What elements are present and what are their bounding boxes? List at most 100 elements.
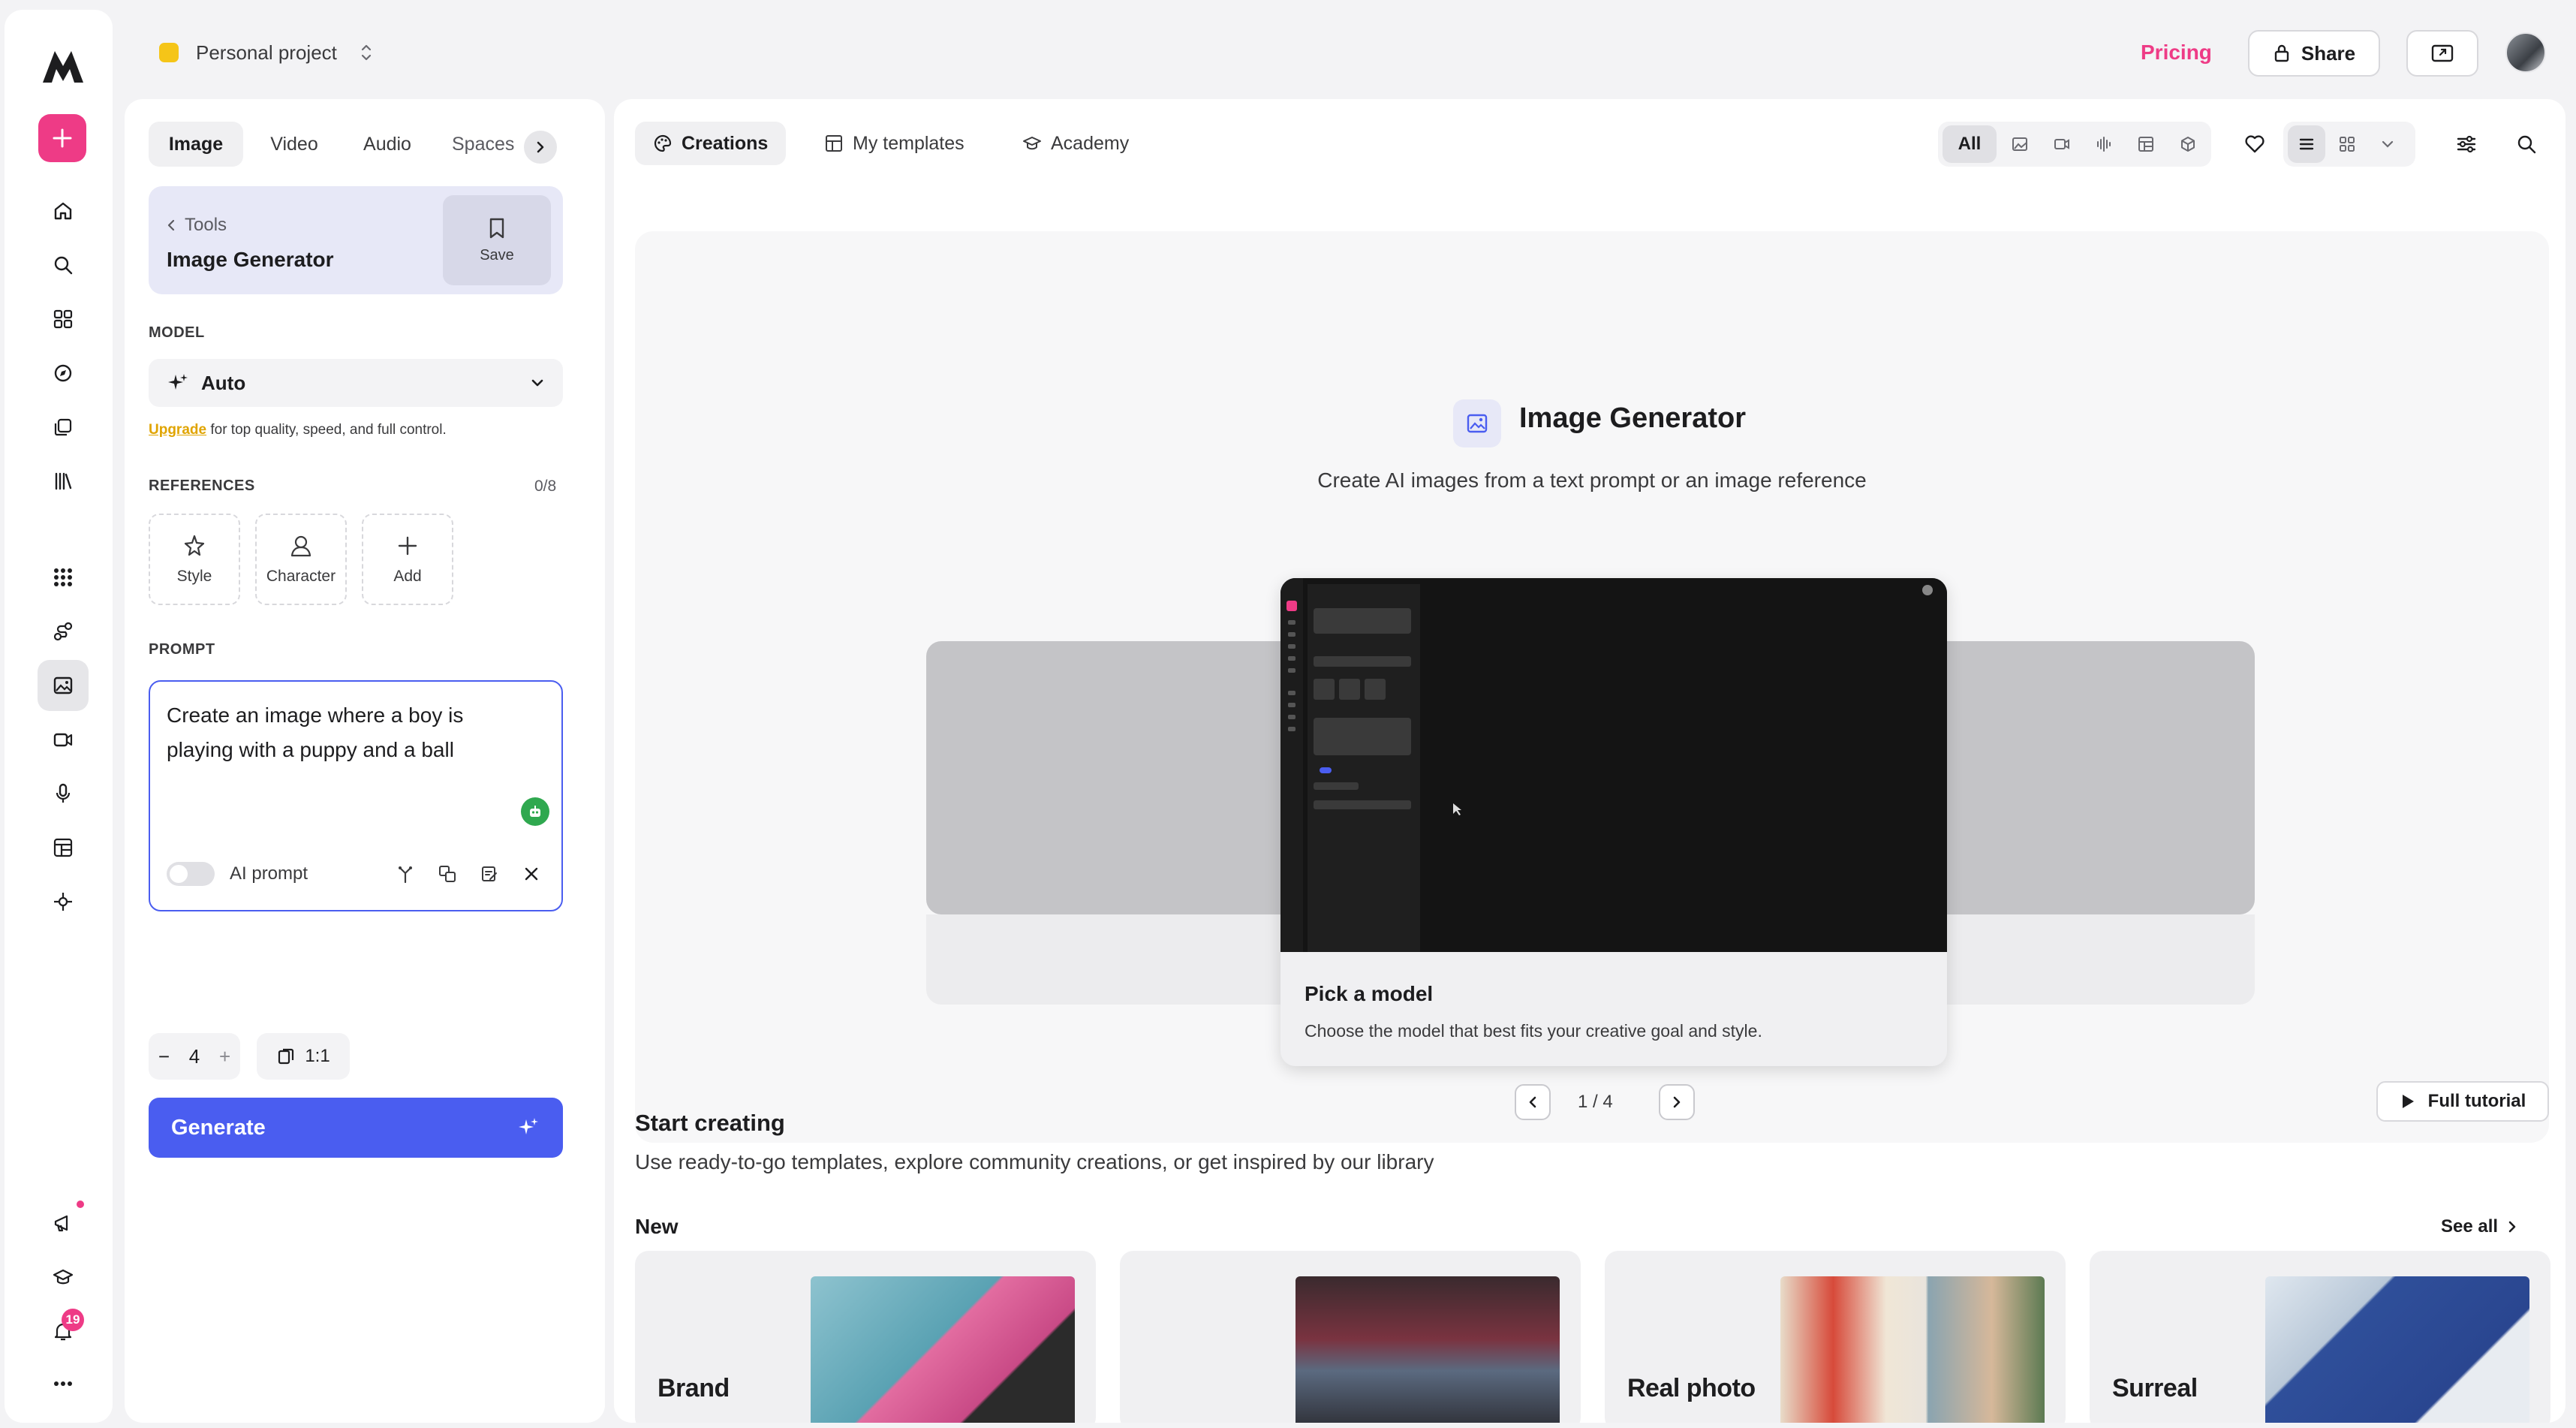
- slide-pager: 1 / 4: [1578, 1092, 1613, 1112]
- pricing-link[interactable]: Pricing: [2141, 41, 2212, 65]
- tab-video[interactable]: Video: [252, 122, 336, 167]
- sparkle-icon: [168, 374, 188, 390]
- present-icon: [2431, 44, 2454, 62]
- image-icon: [1467, 414, 1488, 433]
- tab-audio[interactable]: Audio: [345, 122, 429, 167]
- user-avatar[interactable]: [2505, 32, 2546, 73]
- filter-3d[interactable]: [2169, 125, 2207, 163]
- template-card-cinematic[interactable]: [1120, 1251, 1581, 1423]
- see-all-link[interactable]: See all: [2441, 1216, 2517, 1237]
- tutorial-hero: Image Generator Create AI images from a …: [635, 231, 2549, 1143]
- list-icon: [2299, 138, 2314, 150]
- explore-nav[interactable]: [38, 348, 89, 399]
- project-name[interactable]: Personal project: [196, 41, 337, 65]
- upgrade-link[interactable]: Upgrade: [149, 422, 206, 438]
- view-options-dropdown[interactable]: [2369, 125, 2406, 163]
- list-view[interactable]: [2288, 125, 2325, 163]
- filter-video[interactable]: [2043, 125, 2081, 163]
- nodes-nav[interactable]: [38, 876, 89, 927]
- full-tutorial-button[interactable]: Full tutorial: [2376, 1081, 2549, 1122]
- workflow-nav[interactable]: [38, 606, 89, 657]
- filter-templates[interactable]: [2127, 125, 2165, 163]
- search-button[interactable]: [2504, 122, 2549, 167]
- aspect-ratio-icon: [278, 1048, 294, 1065]
- lock-icon: [2274, 44, 2289, 62]
- audio-nav[interactable]: [38, 768, 89, 819]
- favorites-button[interactable]: [2232, 122, 2277, 167]
- robot-icon: [530, 806, 540, 817]
- template-label-brand: Brand: [658, 1374, 730, 1402]
- tab-creations[interactable]: Creations: [635, 122, 787, 165]
- translate-prompt[interactable]: [431, 857, 464, 890]
- plus-icon: [398, 536, 417, 556]
- ai-prompt-toggle[interactable]: [167, 862, 215, 886]
- model-select[interactable]: Auto: [149, 359, 563, 407]
- template-image-surreal: [2265, 1276, 2529, 1423]
- filter-audio[interactable]: [2085, 125, 2123, 163]
- books-nav[interactable]: [38, 456, 89, 507]
- apps-nav[interactable]: [38, 294, 89, 345]
- next-slide-button[interactable]: [1659, 1084, 1695, 1120]
- tabs-scroll-right[interactable]: [524, 131, 557, 164]
- chevron-left-icon: [167, 219, 175, 231]
- project-switcher[interactable]: [350, 36, 383, 69]
- share-button[interactable]: Share: [2248, 30, 2380, 77]
- library-nav[interactable]: [38, 402, 89, 453]
- save-label: Save: [480, 246, 514, 264]
- logo-icon: [43, 51, 83, 83]
- notifications-nav[interactable]: 19: [38, 1306, 89, 1357]
- home-nav[interactable]: [38, 185, 89, 236]
- template-card-surreal[interactable]: Surreal: [2090, 1251, 2550, 1423]
- assistant-bot-icon[interactable]: [521, 797, 549, 826]
- tab-image[interactable]: Image: [149, 122, 243, 167]
- tab-academy[interactable]: Academy: [1004, 122, 1147, 165]
- main-content: Creations My templates Academy All Image…: [614, 99, 2565, 1423]
- prompt-text[interactable]: Create an image where a boy is playing w…: [167, 698, 482, 767]
- style-icon: [184, 535, 205, 556]
- learn-nav[interactable]: [38, 1252, 89, 1303]
- image-generator-nav[interactable]: [38, 660, 89, 711]
- quantity-decrease[interactable]: −: [158, 1045, 170, 1068]
- breadcrumb[interactable]: Tools: [167, 215, 227, 236]
- graduation-cap-icon: [1023, 137, 1041, 150]
- template-card-real-photo[interactable]: Real photo: [1605, 1251, 2066, 1423]
- grid-view[interactable]: [2328, 125, 2366, 163]
- filters-button[interactable]: [2444, 122, 2489, 167]
- all-tools-nav[interactable]: [38, 552, 89, 603]
- reference-style[interactable]: Style: [149, 514, 240, 605]
- whats-new-nav[interactable]: [38, 1198, 89, 1249]
- aspect-ratio-select[interactable]: 1:1: [257, 1033, 350, 1080]
- enhance-prompt[interactable]: [389, 857, 422, 890]
- video-generator-nav[interactable]: [38, 714, 89, 765]
- quantity-stepper[interactable]: − 4 +: [149, 1033, 240, 1080]
- search-icon: [54, 256, 73, 275]
- full-tutorial-label: Full tutorial: [2427, 1091, 2526, 1111]
- filter-image[interactable]: [2001, 125, 2039, 163]
- tab-my-templates-label: My templates: [853, 132, 964, 154]
- filter-all[interactable]: All: [1943, 125, 1997, 163]
- search-nav[interactable]: [38, 240, 89, 291]
- templates-nav[interactable]: [38, 822, 89, 873]
- reference-add[interactable]: Add: [362, 514, 453, 605]
- heart-icon: [2245, 135, 2265, 153]
- present-button[interactable]: [2406, 30, 2478, 77]
- start-creating-subtitle: Use ready-to-go templates, explore commu…: [635, 1150, 1434, 1173]
- quantity-increase[interactable]: +: [219, 1045, 230, 1068]
- clear-prompt[interactable]: [515, 857, 548, 890]
- template-card-brand[interactable]: Brand: [635, 1251, 1096, 1423]
- previous-slide-button[interactable]: [1515, 1084, 1551, 1120]
- tab-my-templates[interactable]: My templates: [806, 122, 983, 165]
- more-nav[interactable]: [38, 1358, 89, 1409]
- generate-button[interactable]: Generate: [149, 1098, 563, 1158]
- prompt-label: PROMPT: [149, 641, 215, 658]
- save-button[interactable]: Save: [443, 195, 551, 285]
- prompt-input[interactable]: Create an image where a boy is playing w…: [149, 680, 563, 911]
- reference-character[interactable]: Character: [255, 514, 347, 605]
- more-icon: [54, 1381, 72, 1386]
- plus-icon: [53, 128, 72, 148]
- app-logo[interactable]: [38, 41, 89, 92]
- see-all-label: See all: [2441, 1216, 2499, 1237]
- tab-spaces[interactable]: Spaces: [438, 122, 521, 167]
- new-button[interactable]: [38, 114, 86, 162]
- edit-prompt[interactable]: [473, 857, 506, 890]
